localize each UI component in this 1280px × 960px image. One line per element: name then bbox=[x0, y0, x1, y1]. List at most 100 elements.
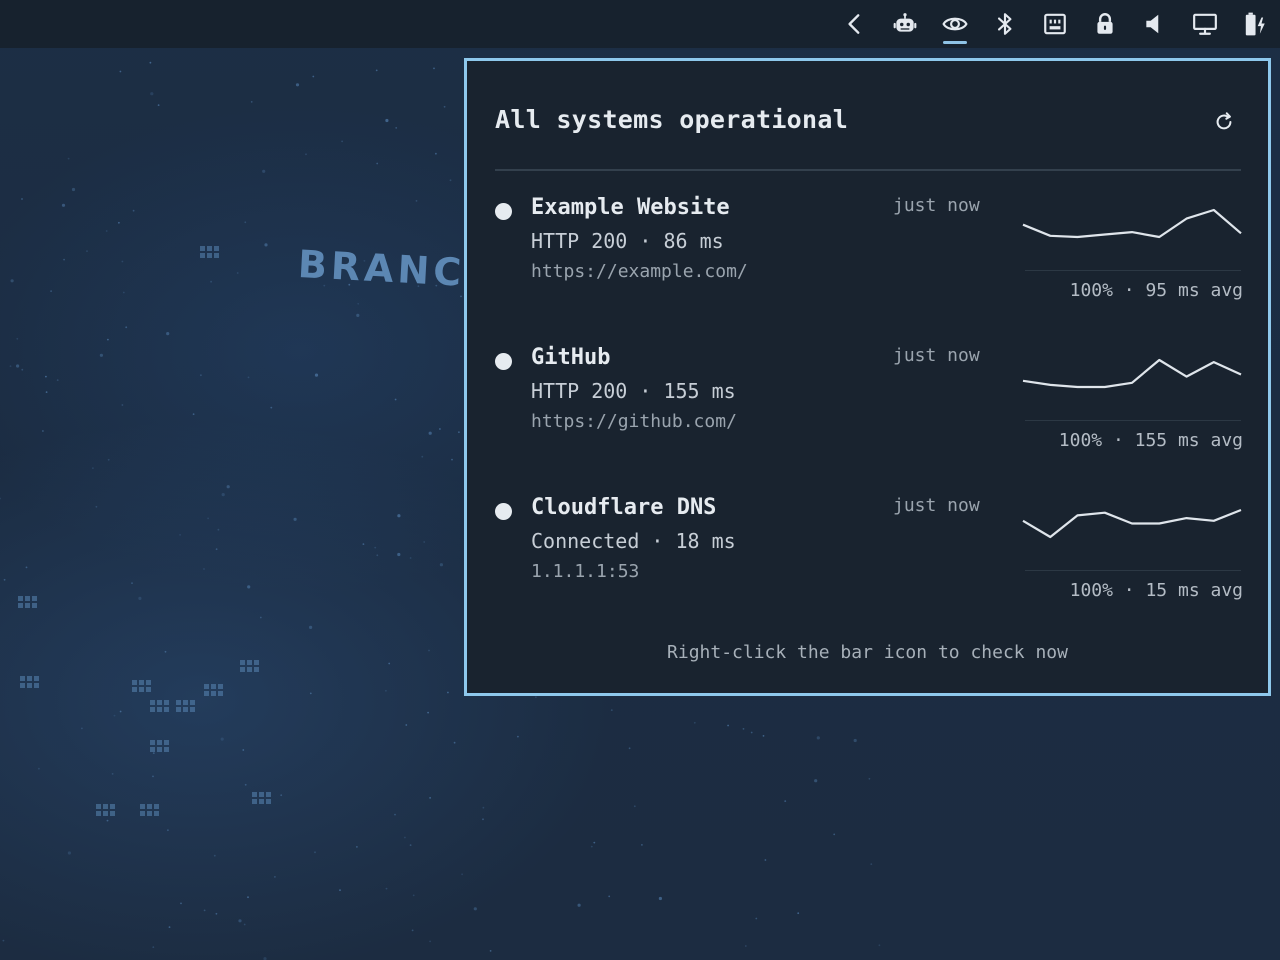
service-item[interactable]: Example Website HTTP 200 · 86 ms https:/… bbox=[495, 195, 1243, 325]
wallpaper-dot bbox=[641, 844, 643, 846]
uptime-summary: 100% · 15 ms avg bbox=[1069, 580, 1243, 601]
wallpaper-dot bbox=[633, 805, 636, 808]
lock-icon[interactable] bbox=[1080, 0, 1130, 48]
wallpaper-dot bbox=[119, 710, 122, 713]
wallpaper-dot bbox=[200, 374, 202, 377]
wallpaper-dot bbox=[192, 413, 195, 416]
wallpaper-block bbox=[110, 804, 115, 809]
refresh-button[interactable] bbox=[1206, 105, 1242, 139]
wallpaper-dot bbox=[10, 279, 14, 283]
chevron-left-icon[interactable] bbox=[830, 0, 880, 48]
wallpaper-dot bbox=[482, 806, 485, 809]
wallpaper-block bbox=[32, 596, 37, 601]
wallpaper-dot bbox=[628, 747, 631, 750]
wallpaper-dot bbox=[405, 724, 408, 726]
wallpaper-dot bbox=[67, 851, 71, 855]
wallpaper-dot bbox=[215, 912, 218, 915]
wallpaper-block bbox=[204, 684, 209, 689]
wallpaper-dot bbox=[870, 863, 873, 865]
wallpaper-dot bbox=[264, 243, 268, 247]
wallpaper-block bbox=[140, 804, 145, 809]
wallpaper-block bbox=[150, 740, 155, 745]
wallpaper-dot bbox=[428, 431, 432, 435]
wallpaper-block bbox=[240, 667, 245, 672]
wallpaper-dot bbox=[56, 379, 59, 381]
wallpaper-dot bbox=[259, 616, 262, 619]
wallpaper-dot bbox=[203, 568, 205, 570]
wallpaper-dot bbox=[309, 692, 312, 695]
wallpaper-dot bbox=[797, 912, 800, 915]
wallpaper-block bbox=[214, 246, 219, 251]
service-name: GitHub bbox=[531, 345, 611, 370]
popup-header: All systems operational bbox=[495, 105, 1242, 139]
wallpaper-dot bbox=[376, 554, 379, 557]
wallpaper-dot bbox=[236, 272, 239, 274]
wallpaper-block bbox=[147, 804, 152, 809]
service-item[interactable]: GitHub HTTP 200 · 155 ms https://github.… bbox=[495, 345, 1243, 475]
wallpaper-dot bbox=[99, 353, 103, 357]
service-item[interactable]: Cloudflare DNS Connected · 18 ms 1.1.1.1… bbox=[495, 495, 1243, 625]
wallpaper-dot bbox=[270, 406, 273, 409]
wallpaper-block bbox=[266, 792, 271, 797]
wallpaper-block bbox=[147, 811, 152, 816]
wallpaper-dot bbox=[295, 83, 300, 87]
wallpaper-dot bbox=[517, 735, 519, 738]
wallpaper-block bbox=[146, 687, 151, 692]
footer-hint: Right-click the bar icon to check now bbox=[667, 642, 1068, 663]
wallpaper-dot bbox=[314, 373, 319, 377]
wallpaper-dot bbox=[409, 844, 412, 846]
wallpaper-dot bbox=[451, 458, 453, 461]
battery-charging-icon[interactable] bbox=[1230, 0, 1280, 48]
wallpaper-dot bbox=[453, 741, 456, 744]
wallpaper-dot bbox=[244, 783, 247, 786]
wallpaper-dot bbox=[423, 541, 426, 543]
wallpaper-dot bbox=[220, 737, 224, 741]
wallpaper-dot bbox=[409, 557, 412, 559]
wallpaper-dot bbox=[217, 528, 220, 531]
wallpaper-dot bbox=[16, 364, 20, 368]
wallpaper-dot bbox=[25, 566, 28, 569]
uptime-summary: 100% · 155 ms avg bbox=[1058, 430, 1243, 451]
wallpaper-dot bbox=[111, 773, 114, 775]
wallpaper-dot bbox=[374, 546, 377, 549]
wallpaper-block bbox=[18, 603, 23, 608]
wallpaper-dot bbox=[473, 907, 477, 911]
wallpaper-dot bbox=[131, 582, 133, 584]
system-tray bbox=[830, 0, 1280, 48]
wallpaper-block bbox=[132, 687, 137, 692]
wallpaper-dot bbox=[262, 169, 266, 173]
wallpaper-dot bbox=[385, 887, 388, 890]
wallpaper-block bbox=[157, 747, 162, 752]
wallpaper-dot bbox=[280, 794, 283, 797]
wallpaper-dot bbox=[388, 662, 391, 665]
robot-icon[interactable] bbox=[880, 0, 930, 48]
wallpaper-dot bbox=[429, 797, 431, 799]
wallpaper-block bbox=[140, 811, 145, 816]
wallpaper-dot bbox=[878, 944, 881, 947]
wallpaper-block bbox=[150, 747, 155, 752]
wallpaper-dot bbox=[357, 302, 360, 305]
bluetooth-icon[interactable] bbox=[980, 0, 1030, 48]
sparkline-baseline bbox=[1025, 420, 1241, 421]
wallpaper-dot bbox=[853, 738, 857, 743]
speaker-icon[interactable] bbox=[1130, 0, 1180, 48]
wallpaper-dot bbox=[482, 818, 484, 821]
monitor-icon[interactable] bbox=[1180, 0, 1230, 48]
sparkline-path bbox=[1022, 508, 1242, 539]
wallpaper-block bbox=[139, 680, 144, 685]
service-status: Connected · 18 ms bbox=[531, 529, 736, 553]
wallpaper-dot bbox=[443, 105, 446, 108]
wallpaper-dot bbox=[375, 69, 378, 72]
wallpaper-block bbox=[103, 811, 108, 816]
status-dot bbox=[495, 503, 512, 520]
wallpaper-dot bbox=[21, 368, 24, 371]
wallpaper-dot bbox=[138, 596, 142, 601]
network-icon[interactable] bbox=[1030, 0, 1080, 48]
wallpaper-dot bbox=[238, 919, 242, 923]
eye-icon[interactable] bbox=[930, 0, 980, 48]
wallpaper-dot bbox=[243, 923, 246, 926]
wallpaper-dot bbox=[314, 851, 316, 854]
wallpaper-block bbox=[254, 667, 259, 672]
wallpaper-dot bbox=[247, 376, 250, 379]
wallpaper-block bbox=[183, 707, 188, 712]
